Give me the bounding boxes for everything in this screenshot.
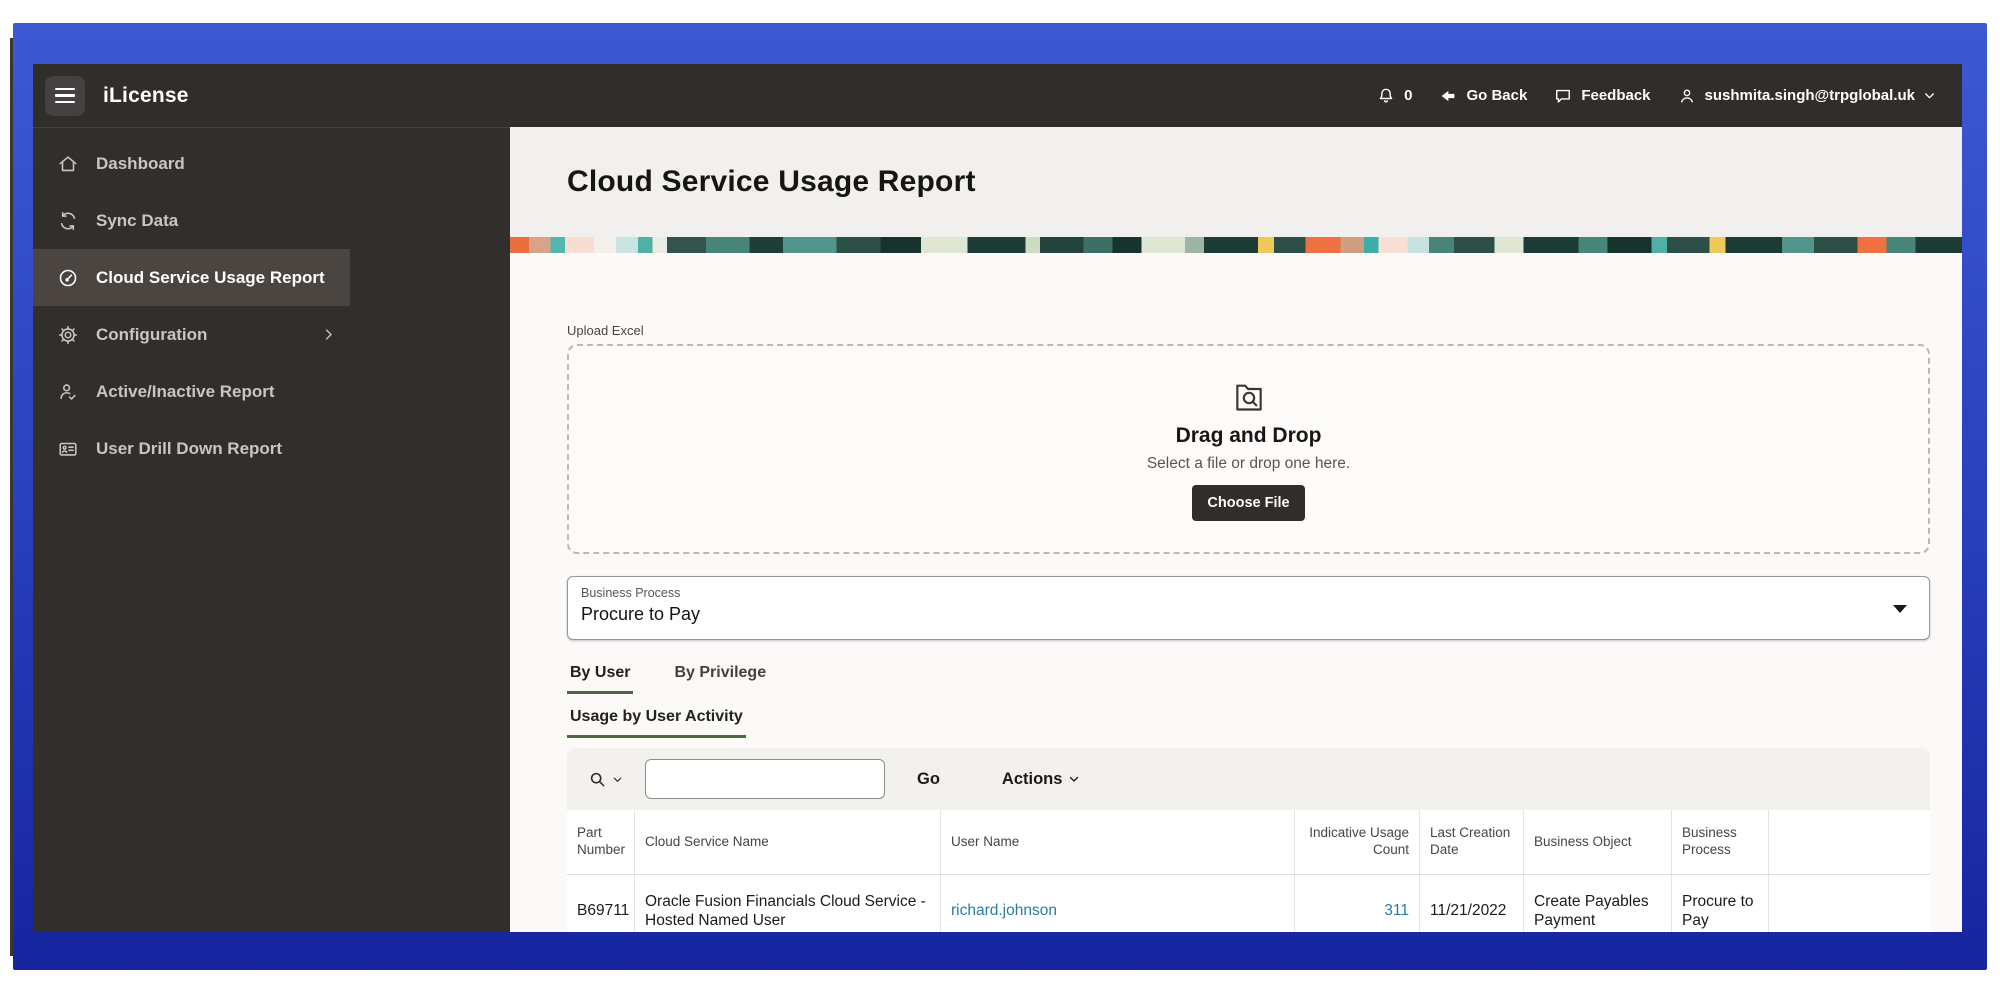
chevron-right-icon	[325, 329, 332, 340]
decorative-banner-strip	[510, 237, 1962, 253]
bell-icon	[1379, 88, 1393, 102]
subtab-usage-by-user-activity[interactable]: Usage by User Activity	[567, 708, 746, 738]
usage-report-table: Part Number Cloud Service Name User Name…	[567, 810, 1930, 932]
sidebar-item-label: Active/Inactive Report	[96, 381, 275, 401]
home-icon	[59, 155, 77, 171]
top-header-bar: iLicense 0 Go Back Feedback sushmita.sin…	[33, 64, 1962, 127]
page-header: Cloud Service Usage Report	[510, 127, 1962, 237]
person-check-icon	[60, 383, 76, 400]
chevron-down-icon	[1070, 776, 1079, 782]
file-dropzone[interactable]: Drag and Drop Select a file or drop one …	[567, 344, 1930, 554]
business-process-value: Procure to Pay	[581, 604, 701, 624]
notifications-count: 0	[1404, 87, 1413, 104]
table-row: B69711 Oracle Fusion Financials Cloud Se…	[567, 875, 1930, 932]
drag-and-drop-subtext: Select a file or drop one here.	[1146, 455, 1351, 472]
app-title: iLicense	[103, 83, 189, 107]
user-email: sushmita.singh@trpglobal.uk	[1704, 87, 1915, 104]
id-card-icon	[59, 442, 77, 456]
report-tabs: By User By Privilege	[567, 664, 1930, 694]
column-header-indicative-usage-count[interactable]: Indicative Usage Count	[1295, 810, 1420, 874]
actions-menu-button[interactable]: Actions	[1002, 770, 1081, 789]
sidebar-item-user-drill-down-report[interactable]: User Drill Down Report	[33, 420, 350, 477]
gear-icon	[58, 325, 78, 344]
sidebar-item-dashboard[interactable]: Dashboard	[33, 135, 350, 192]
table-header-spacer	[1769, 810, 1930, 874]
sidebar-item-label: Configuration	[96, 324, 208, 344]
folder-search-icon	[1235, 384, 1262, 411]
report-subtabs: Usage by User Activity	[567, 708, 1930, 738]
page-body: Upload Excel Drag and Drop Select a file…	[510, 253, 1962, 932]
business-process-label: Business Process	[581, 586, 681, 600]
hamburger-menu-button[interactable]	[45, 75, 85, 116]
person-icon	[1680, 89, 1693, 103]
content-area: Cloud Service Usage Report Upload Excel …	[510, 127, 1962, 932]
cell-user-name-link[interactable]: richard.johnson	[951, 901, 1057, 920]
report-toolbar: Go Actions	[567, 748, 1930, 810]
column-header-business-process[interactable]: Business Process	[1672, 810, 1769, 874]
sidebar: Dashboard Sync Data Cloud Service Usage …	[33, 127, 510, 932]
search-icon	[590, 772, 605, 786]
column-header-last-creation-date[interactable]: Last Creation Date	[1420, 810, 1524, 874]
chat-bubble-icon	[1556, 89, 1571, 103]
table-header-row: Part Number Cloud Service Name User Name…	[567, 810, 1930, 875]
dropdown-caret-icon	[1893, 605, 1907, 613]
chevron-down-icon	[613, 777, 622, 782]
sync-icon	[60, 211, 76, 230]
header-actions: 0 Go Back Feedback sushmita.singh@trpglo…	[1376, 86, 1936, 106]
sidebar-item-active-inactive-report[interactable]: Active/Inactive Report	[33, 363, 350, 420]
user-menu[interactable]: sushmita.singh@trpglobal.uk	[1677, 86, 1936, 106]
go-back-label: Go Back	[1466, 87, 1528, 104]
search-input[interactable]	[645, 759, 885, 799]
sidebar-nav: Dashboard Sync Data Cloud Service Usage …	[33, 135, 350, 477]
cell-indicative-usage-count-link[interactable]: 311	[1384, 901, 1409, 920]
cell-cloud-service-name: Oracle Fusion Financials Cloud Service -…	[635, 875, 941, 932]
back-arrow-icon	[1442, 90, 1455, 101]
cell-business-process: Procure to Pay	[1672, 875, 1769, 932]
cell-last-creation-date: 11/21/2022	[1420, 875, 1524, 932]
sidebar-item-label: Dashboard	[96, 153, 185, 173]
sidebar-item-configuration[interactable]: Configuration	[33, 306, 350, 363]
sidebar-item-label: Sync Data	[96, 210, 179, 230]
drag-and-drop-heading: Drag and Drop	[1175, 424, 1322, 447]
search-options-button[interactable]	[587, 769, 623, 790]
feedback-button[interactable]: Feedback	[1553, 86, 1651, 106]
choose-file-button[interactable]: Choose File	[1192, 485, 1305, 521]
sidebar-item-cloud-service-usage-report[interactable]: Cloud Service Usage Report	[33, 249, 350, 306]
business-process-select[interactable]: Business Process Procure to Pay	[567, 576, 1930, 640]
app-window: iLicense 0 Go Back Feedback sushmita.sin…	[33, 64, 1962, 932]
tab-by-privilege[interactable]: By Privilege	[671, 664, 769, 694]
table-cell-spacer	[1769, 875, 1930, 932]
column-header-part-number[interactable]: Part Number	[567, 810, 635, 874]
chevron-down-icon	[1925, 93, 1934, 99]
sidebar-item-sync-data[interactable]: Sync Data	[33, 192, 350, 249]
column-header-business-object[interactable]: Business Object	[1524, 810, 1672, 874]
table-body: B69711 Oracle Fusion Financials Cloud Se…	[567, 875, 1930, 932]
notifications-button[interactable]: 0	[1376, 86, 1412, 106]
upload-excel-label: Upload Excel	[567, 323, 644, 338]
cell-part-number: B69711	[567, 875, 635, 932]
column-header-user-name[interactable]: User Name	[941, 810, 1295, 874]
column-header-cloud-service-name[interactable]: Cloud Service Name	[635, 810, 941, 874]
actions-label: Actions	[1001, 769, 1063, 788]
sidebar-item-label: Cloud Service Usage Report	[96, 267, 325, 287]
tab-by-user[interactable]: By User	[567, 664, 634, 694]
go-back-button[interactable]: Go Back	[1438, 87, 1527, 105]
sidebar-item-label: User Drill Down Report	[96, 438, 283, 458]
go-button[interactable]: Go	[917, 770, 940, 789]
browser-frame: iLicense 0 Go Back Feedback sushmita.sin…	[13, 23, 1987, 970]
cell-business-object: Create Payables Payment	[1524, 875, 1672, 932]
feedback-label: Feedback	[1581, 87, 1651, 104]
gauge-icon	[59, 269, 77, 286]
page-title: Cloud Service Usage Report	[567, 165, 976, 198]
